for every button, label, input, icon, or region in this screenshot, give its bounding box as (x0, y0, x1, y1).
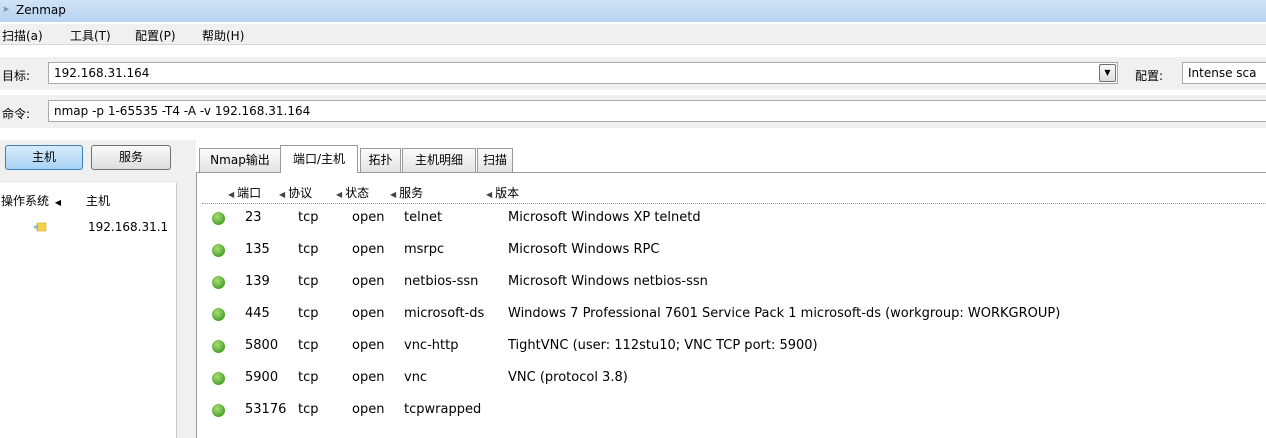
status-dot-icon (212, 372, 225, 385)
menu-help[interactable]: 帮助(H) (202, 27, 244, 44)
tab-nmap-output[interactable]: Nmap输出 (199, 148, 281, 172)
column-header-port[interactable]: ◀ 端口 (228, 184, 261, 201)
table-row[interactable]: 5800 tcp open vnc-http TightVNC (user: 1… (202, 331, 1266, 363)
host-list-header-host[interactable]: 主机 (86, 192, 110, 209)
column-header-protocol[interactable]: ◀ 协议 (279, 184, 312, 201)
menu-bar: 扫描(a) 工具(T) 配置(P) 帮助(H) (0, 24, 1266, 45)
state-cell: open (352, 402, 385, 417)
column-header-version[interactable]: ◀ 版本 (486, 184, 519, 201)
port-cell: 53176 (245, 402, 287, 417)
state-cell: open (352, 370, 385, 385)
column-header-state[interactable]: ◀ 状态 (336, 184, 369, 201)
status-dot-icon (212, 244, 225, 257)
target-row: 目标: 192.168.31.164 ▼ 配置: Intense sca (0, 57, 1266, 90)
hosts-view-button[interactable]: 主机 (5, 145, 83, 170)
host-list-item[interactable]: 192.168.31.1 (88, 220, 168, 234)
tab-host-details[interactable]: 主机明细 (402, 148, 476, 172)
tab-ports-hosts[interactable]: 端口/主机 (280, 145, 358, 173)
chevron-down-icon: ▼ (1104, 68, 1111, 77)
protocol-cell: tcp (298, 274, 319, 289)
host-list-header-os[interactable]: 操作系统 ◀ (1, 192, 61, 209)
services-view-button[interactable]: 服务 (91, 145, 171, 170)
table-row[interactable]: 135 tcp open msrpc Microsoft Windows RPC (202, 235, 1266, 267)
protocol-cell: tcp (298, 370, 319, 385)
version-cell: TightVNC (user: 112stu10; VNC TCP port: … (508, 338, 818, 353)
tab-topology[interactable]: 拓扑 (360, 148, 401, 172)
state-cell: open (352, 306, 385, 321)
port-cell: 5900 (245, 370, 279, 385)
table-row[interactable]: 23 tcp open telnet Microsoft Windows XP … (202, 203, 1266, 235)
zenmap-icon: ➤ (2, 5, 10, 15)
sort-arrow-icon: ◀ (54, 198, 61, 207)
column-header-service[interactable]: ◀ 服务 (390, 184, 423, 201)
state-cell: open (352, 242, 385, 257)
menu-scan[interactable]: 扫描(a) (2, 27, 43, 44)
port-cell: 23 (245, 210, 262, 225)
service-cell: netbios-ssn (404, 274, 479, 289)
port-cell: 135 (245, 242, 270, 257)
service-cell: tcpwrapped (404, 402, 482, 417)
tab-scans[interactable]: 扫描 (477, 148, 513, 172)
unknown-os-icon (33, 222, 47, 232)
protocol-cell: tcp (298, 338, 319, 353)
service-cell: vnc (404, 370, 428, 385)
status-dot-icon (212, 340, 225, 353)
window-title: Zenmap (16, 3, 66, 17)
protocol-cell: tcp (298, 242, 319, 257)
port-cell: 445 (245, 306, 270, 321)
menu-tools[interactable]: 工具(T) (70, 27, 111, 44)
state-cell: open (352, 274, 385, 289)
table-row[interactable]: 53176 tcp open tcpwrapped (202, 395, 1266, 427)
protocol-cell: tcp (298, 306, 319, 321)
table-row[interactable]: 445 tcp open microsoft-ds Windows 7 Prof… (202, 299, 1266, 331)
host-list: 操作系统 ◀ 主机 192.168.31.1 (0, 183, 177, 438)
target-label: 目标: (2, 69, 31, 83)
port-cell: 139 (245, 274, 270, 289)
command-label: 命令: (2, 107, 31, 121)
service-cell: microsoft-ds (404, 306, 485, 321)
port-cell: 5800 (245, 338, 279, 353)
menu-profile[interactable]: 配置(P) (135, 27, 176, 44)
command-row: 命令: nmap -p 1-65535 -T4 -A -v 192.168.31… (0, 95, 1266, 128)
target-dropdown-button[interactable]: ▼ (1099, 64, 1116, 82)
sort-arrow-icon: ◀ (390, 190, 397, 199)
title-bar: ➤ Zenmap (0, 0, 1266, 22)
status-dot-icon (212, 308, 225, 321)
target-input[interactable]: 192.168.31.164 (48, 62, 1118, 84)
table-row[interactable]: 139 tcp open netbios-ssn Microsoft Windo… (202, 267, 1266, 299)
table-row[interactable]: 5900 tcp open vnc VNC (protocol 3.8) (202, 363, 1266, 395)
service-cell: vnc-http (404, 338, 459, 353)
status-dot-icon (212, 212, 225, 225)
sort-arrow-icon: ◀ (228, 190, 235, 199)
version-cell: Windows 7 Professional 7601 Service Pack… (508, 306, 1061, 321)
profile-label: 配置: (1135, 69, 1164, 83)
protocol-cell: tcp (298, 402, 319, 417)
sort-arrow-icon: ◀ (486, 190, 493, 199)
status-dot-icon (212, 404, 225, 417)
command-input[interactable]: nmap -p 1-65535 -T4 -A -v 192.168.31.164 (48, 100, 1266, 122)
profile-select[interactable]: Intense sca (1182, 62, 1266, 84)
ports-table-header: ◀ 端口 ◀ 协议 ◀ 状态 ◀ 服务 ◀ 版本 (202, 181, 1266, 204)
sort-arrow-icon: ◀ (279, 190, 286, 199)
state-cell: open (352, 338, 385, 353)
state-cell: open (352, 210, 385, 225)
version-cell: VNC (protocol 3.8) (508, 370, 628, 385)
version-cell: Microsoft Windows XP telnetd (508, 210, 701, 225)
sort-arrow-icon: ◀ (336, 190, 343, 199)
service-cell: telnet (404, 210, 443, 225)
status-dot-icon (212, 276, 225, 289)
protocol-cell: tcp (298, 210, 319, 225)
version-cell: Microsoft Windows netbios-ssn (508, 274, 708, 289)
version-cell: Microsoft Windows RPC (508, 242, 660, 257)
service-cell: msrpc (404, 242, 445, 257)
